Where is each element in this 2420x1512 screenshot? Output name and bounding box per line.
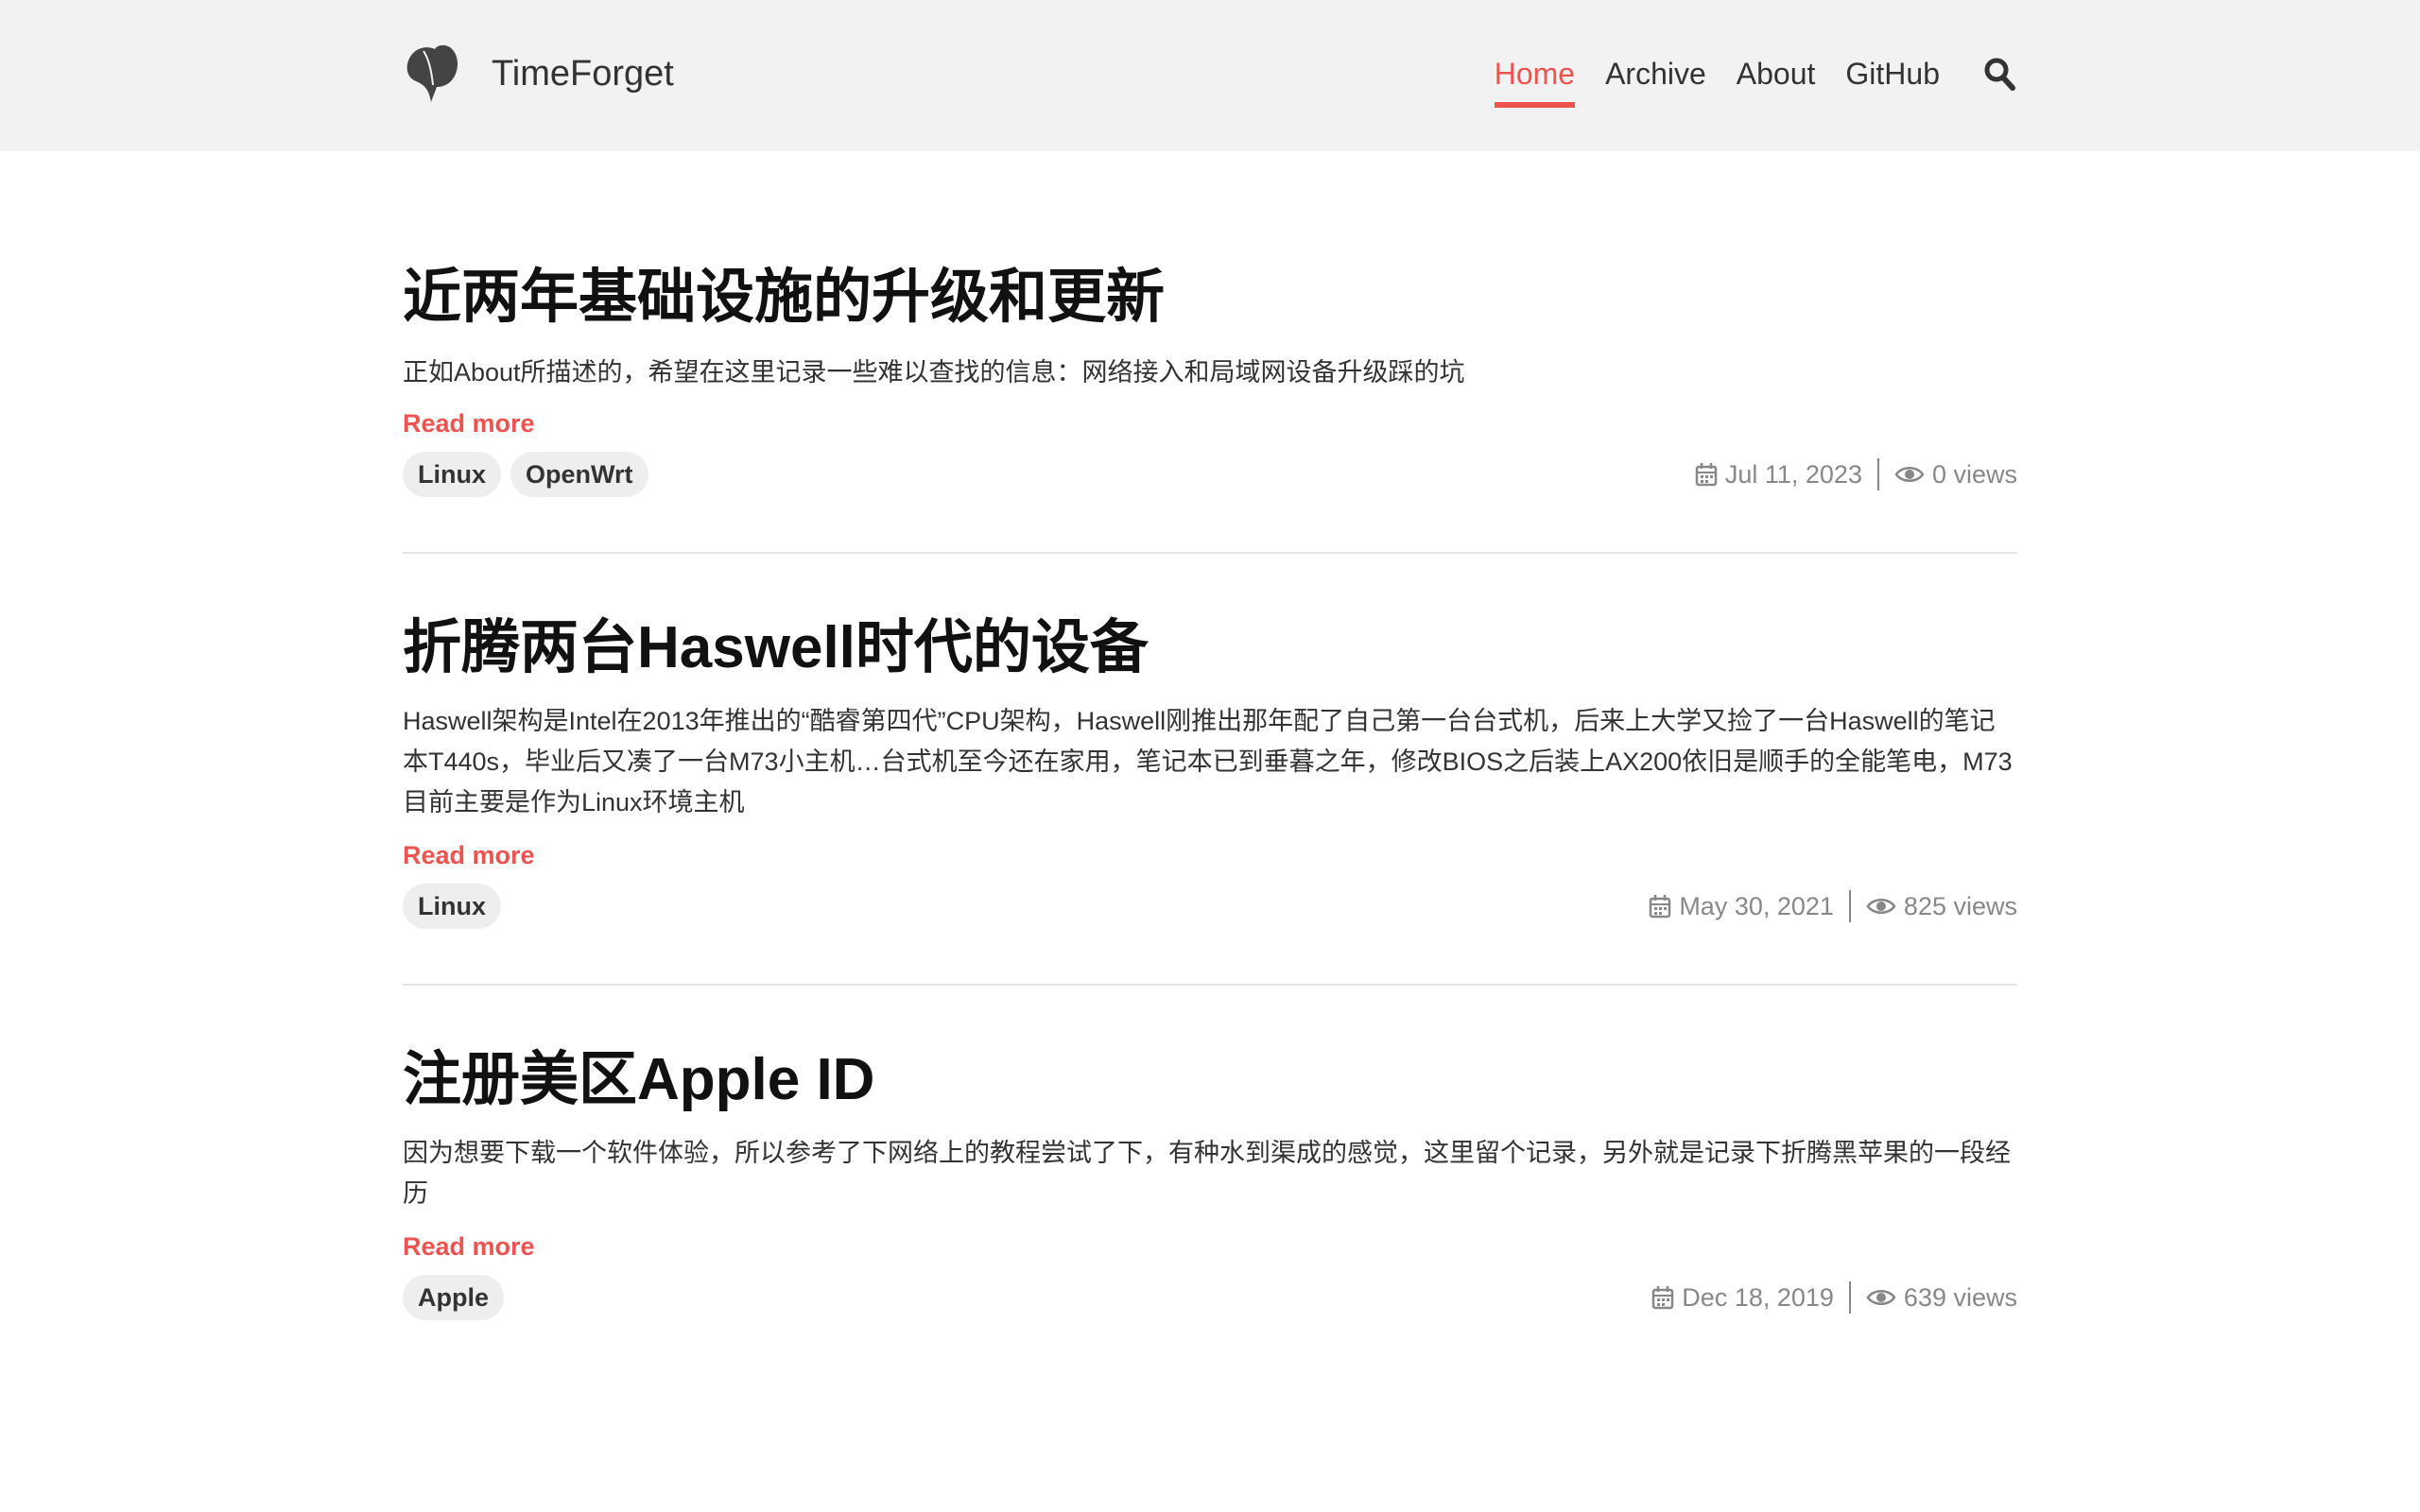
header-inner: TimeForget Home Archive About GitHub: [403, 0, 2017, 151]
post-title[interactable]: 折腾两台Haswell时代的设备: [403, 610, 2017, 686]
post-footer: Linux OpenWrt Jul 11, 2023 0 views: [403, 452, 2017, 497]
ginkgo-leaf-icon[interactable]: [403, 43, 459, 104]
post-item: 近两年基础设施的升级和更新 正如About所描述的，希望在这里记录一些难以查找的…: [403, 151, 2017, 554]
eye-icon: [1894, 467, 1925, 482]
post-meta: Dec 18, 2019 639 views: [1651, 1275, 2017, 1320]
read-more-link[interactable]: Read more: [403, 1228, 535, 1265]
post-meta: Jul 11, 2023 0 views: [1695, 452, 2017, 497]
meta-divider: [1876, 458, 1879, 490]
post-title[interactable]: 近两年基础设施的升级和更新: [403, 260, 2017, 335]
meta-divider: [1848, 1281, 1851, 1314]
view-count: 0 views: [1931, 459, 2017, 489]
calendar-icon: [1652, 1286, 1674, 1310]
eye-icon: [1866, 1290, 1896, 1305]
post-footer: Apple Dec 18, 2019 639 views: [403, 1275, 2017, 1320]
calendar-icon: [1695, 463, 1718, 487]
read-more-link[interactable]: Read more: [403, 404, 535, 442]
tag-list: Linux OpenWrt: [403, 452, 658, 497]
meta-divider: [1848, 890, 1851, 922]
tag-apple[interactable]: Apple: [403, 1275, 505, 1320]
post-meta: May 30, 2021 825 views: [1649, 884, 2017, 929]
read-more-link[interactable]: Read more: [403, 836, 535, 874]
site-header: TimeForget Home Archive About GitHub: [0, 0, 2420, 151]
post-list: 近两年基础设施的升级和更新 正如About所描述的，希望在这里记录一些难以查找的…: [403, 151, 2017, 1339]
search-icon[interactable]: [1983, 55, 2017, 93]
post-footer: Linux May 30, 2021 825 views: [403, 884, 2017, 929]
view-count: 825 views: [1903, 891, 2017, 920]
post-summary: Haswell架构是Intel在2013年推出的“酷睿第四代”CPU架构，Has…: [403, 707, 2013, 816]
post-summary: 正如About所描述的，希望在这里记录一些难以查找的信息：网络接入和局域网设备升…: [403, 358, 1465, 387]
post-item: 折腾两台Haswell时代的设备 Haswell架构是Intel在2013年推出…: [403, 554, 2017, 986]
tag-list: Linux: [403, 884, 510, 929]
post-date: Jul 11, 2023: [1724, 459, 1862, 489]
post-title[interactable]: 注册美区Apple ID: [403, 1042, 2017, 1118]
view-count: 639 views: [1903, 1282, 2017, 1312]
nav-github[interactable]: GitHub: [1845, 45, 1940, 102]
tag-openwrt[interactable]: OpenWrt: [510, 452, 648, 497]
tag-linux[interactable]: Linux: [403, 884, 501, 929]
nav-about[interactable]: About: [1737, 45, 1816, 102]
post-summary: 因为想要下载一个软件体验，所以参考了下网络上的教程尝试了下，有种水到渠成的感觉，…: [403, 1139, 2011, 1208]
calendar-icon: [1650, 895, 1671, 919]
nav-archive[interactable]: Archive: [1605, 45, 1706, 102]
tag-list: Apple: [403, 1275, 513, 1320]
post-item: 注册美区Apple ID 因为想要下载一个软件体验，所以参考了下网络上的教程尝试…: [403, 986, 2017, 1339]
eye-icon: [1866, 899, 1896, 914]
post-date: Dec 18, 2019: [1682, 1282, 1834, 1312]
main-nav: Home Archive About GitHub: [1464, 0, 2017, 151]
post-date: May 30, 2021: [1679, 891, 1834, 920]
site-title[interactable]: TimeForget: [492, 45, 674, 102]
tag-linux[interactable]: Linux: [403, 452, 501, 497]
nav-home[interactable]: Home: [1494, 45, 1576, 108]
